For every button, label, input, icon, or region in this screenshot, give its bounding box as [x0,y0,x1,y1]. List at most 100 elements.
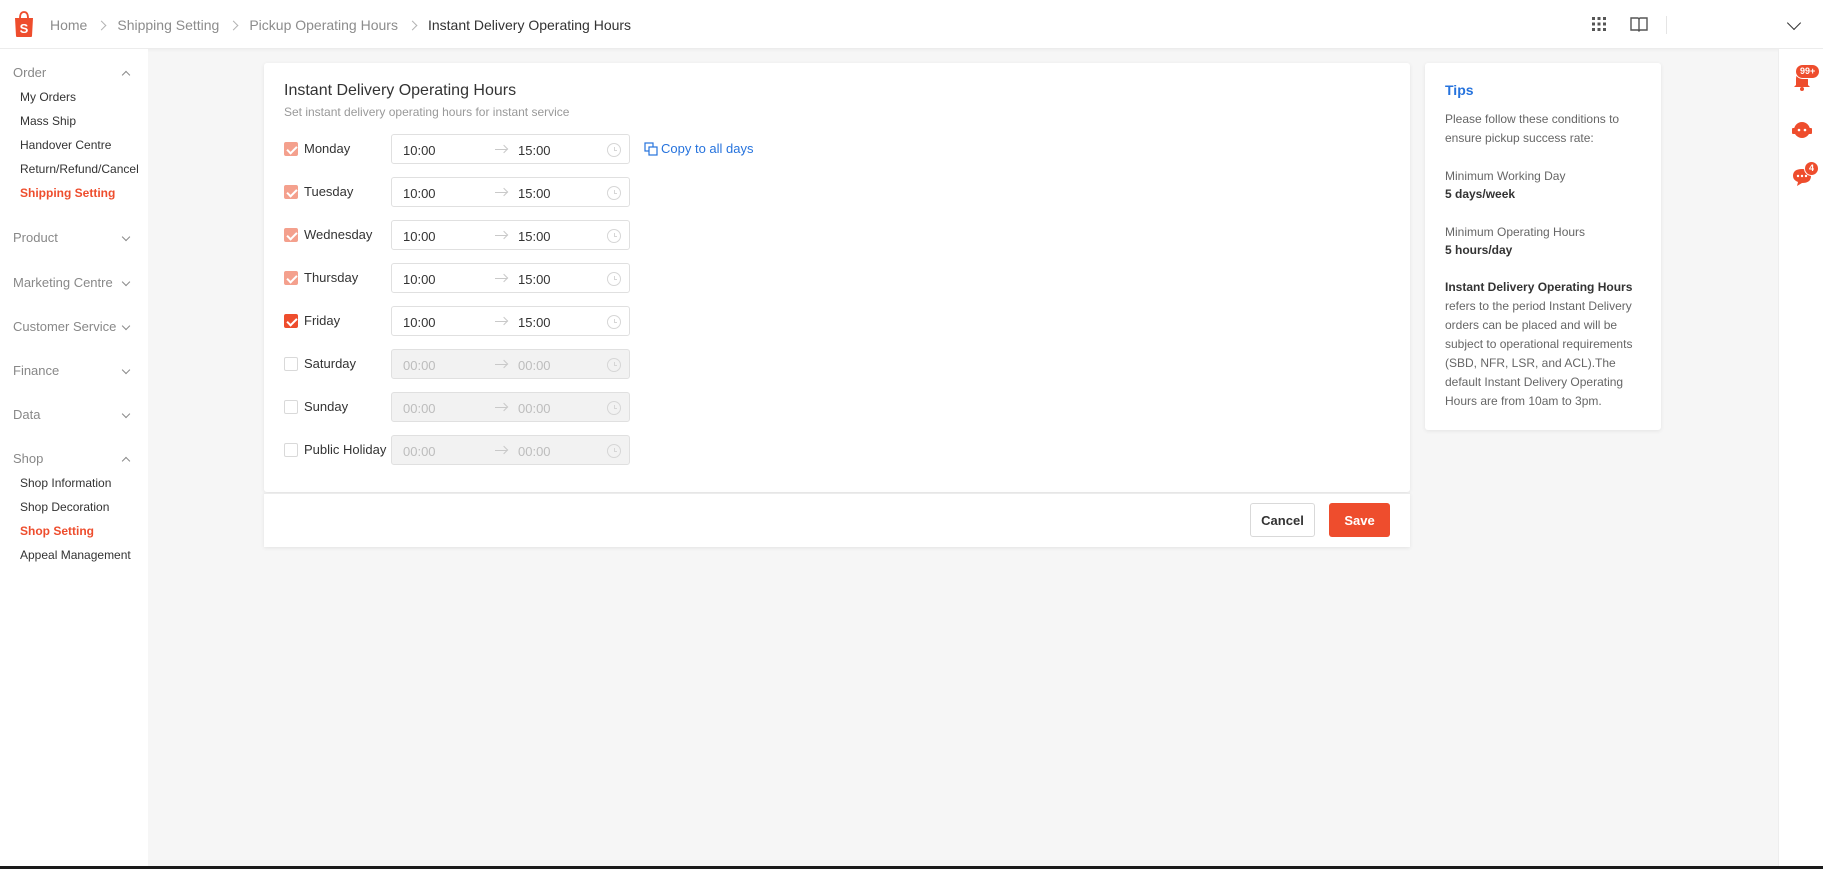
start-time[interactable]: 10:00 [403,315,436,330]
day-row-public-holiday: Public Holiday 00:00 00:00 [284,435,984,465]
sidebar-item-shop-information[interactable]: Shop Information [20,476,111,490]
time-range-picker[interactable]: 10:00 15:00 [391,220,630,250]
start-time: 00:00 [403,444,436,459]
sidebar-item-mass-ship[interactable]: Mass Ship [20,114,76,128]
end-time[interactable]: 15:00 [518,143,551,158]
chevron-down-icon[interactable] [1786,15,1802,31]
header-divider [1666,16,1667,34]
start-time[interactable]: 10:00 [403,143,436,158]
copy-to-all-days-link[interactable]: Copy to all days [644,141,754,156]
breadcrumb-home[interactable]: Home [50,17,87,33]
app-frame: S Home Shipping Setting Pickup Operating… [0,0,1823,866]
sidebar-group-finance[interactable]: Finance [13,363,135,381]
chevron-down-icon [121,321,131,331]
sidebar-item-my-orders[interactable]: My Orders [20,90,76,104]
day-row-saturday: Saturday 00:00 00:00 [284,349,984,379]
breadcrumb-shipping-setting[interactable]: Shipping Setting [117,17,219,33]
day-checkbox[interactable] [284,142,298,156]
account-menu[interactable] [1680,18,1780,32]
sidebar-group-customer-service[interactable]: Customer Service [13,319,135,337]
svg-text:S: S [20,21,29,36]
page-subtitle: Set instant delivery operating hours for… [284,105,570,119]
sidebar-group-shop[interactable]: Shop [13,451,135,469]
day-checkbox[interactable] [284,443,298,457]
day-row-thursday: Thursday 10:00 15:00 [284,263,984,293]
sidebar-group-label: Customer Service [13,319,117,334]
chevron-down-icon [121,277,131,287]
breadcrumb-pickup-operating-hours[interactable]: Pickup Operating Hours [249,17,398,33]
save-button[interactable]: Save [1329,503,1390,537]
sidebar-group-label: Product [13,230,58,245]
sidebar-group-label: Finance [13,363,60,378]
sidebar-item-shipping-setting[interactable]: Shipping Setting [20,186,115,200]
chevron-right-icon [228,20,239,30]
end-time[interactable]: 15:00 [518,272,551,287]
day-checkbox[interactable] [284,400,298,414]
sidebar: Order My Orders Mass Ship Handover Centr… [0,49,148,866]
end-time[interactable]: 15:00 [518,315,551,330]
tips-instant-title: Instant Delivery Operating Hours [1445,280,1633,294]
clock-icon [607,315,621,329]
day-checkbox[interactable] [284,185,298,199]
arrow-right-icon [495,192,507,193]
tips-min-day-value: 5 days/week [1445,187,1516,201]
chevron-right-icon [96,20,107,30]
sidebar-group-label: Data [13,407,41,422]
book-icon[interactable] [1629,14,1649,34]
apps-grid-icon[interactable] [1589,14,1609,34]
operating-hours-card: Instant Delivery Operating Hours Set ins… [264,63,1410,492]
top-bar: S Home Shipping Setting Pickup Operating… [0,0,1823,49]
sidebar-group-product[interactable]: Product [13,230,135,248]
sidebar-item-handover-centre[interactable]: Handover Centre [20,138,111,152]
breadcrumb: Home Shipping Setting Pickup Operating H… [50,17,631,33]
support-agent-icon[interactable] [1791,119,1813,141]
arrow-right-icon [495,278,507,279]
end-time: 00:00 [518,444,551,459]
shop-logo-icon[interactable]: S [12,10,36,38]
tips-intro: Please follow these conditions to ensure… [1445,112,1620,145]
end-time[interactable]: 15:00 [518,186,551,201]
chat-badge: 4 [1804,161,1820,176]
time-range-picker: 00:00 00:00 [391,392,630,422]
day-label: Monday [304,141,351,156]
chevron-right-icon [407,20,418,30]
chevron-up-icon [121,70,131,80]
time-range-picker: 00:00 00:00 [391,349,630,379]
sidebar-item-appeal-management[interactable]: Appeal Management [20,548,131,562]
clock-icon [607,358,621,372]
time-range-picker[interactable]: 10:00 15:00 [391,263,630,293]
start-time[interactable]: 10:00 [403,272,436,287]
clock-icon [607,143,621,157]
cancel-button[interactable]: Cancel [1250,503,1315,537]
end-time[interactable]: 15:00 [518,229,551,244]
sidebar-group-data[interactable]: Data [13,407,135,425]
page-title: Instant Delivery Operating Hours [284,82,517,99]
chevron-down-icon [121,409,131,419]
day-checkbox[interactable] [284,228,298,242]
day-checkbox[interactable] [284,357,298,371]
tips-title: Tips [1445,82,1474,98]
time-range-picker[interactable]: 10:00 15:00 [391,134,630,164]
start-time[interactable]: 10:00 [403,186,436,201]
sidebar-group-label: Order [13,65,47,80]
start-time[interactable]: 10:00 [403,229,436,244]
chevron-up-icon [121,456,131,466]
day-checkbox[interactable] [284,314,298,328]
arrow-right-icon [495,149,507,150]
sidebar-item-shop-setting[interactable]: Shop Setting [20,524,94,538]
clock-icon [607,444,621,458]
time-range-picker[interactable]: 10:00 15:00 [391,306,630,336]
arrow-right-icon [495,407,507,408]
sidebar-item-return-refund-cancel[interactable]: Return/Refund/Cancel [20,162,139,176]
day-label: Tuesday [304,184,354,199]
day-row-wednesday: Wednesday 10:00 15:00 [284,220,984,250]
sidebar-item-shop-decoration[interactable]: Shop Decoration [20,500,109,514]
day-label: Wednesday [304,227,373,242]
sidebar-group-marketing-centre[interactable]: Marketing Centre [13,275,135,293]
day-label: Friday [304,313,341,328]
sidebar-group-label: Shop [13,451,44,466]
sidebar-group-order[interactable]: Order [13,65,135,83]
day-row-friday: Friday 10:00 15:00 [284,306,984,336]
day-checkbox[interactable] [284,271,298,285]
time-range-picker[interactable]: 10:00 15:00 [391,177,630,207]
